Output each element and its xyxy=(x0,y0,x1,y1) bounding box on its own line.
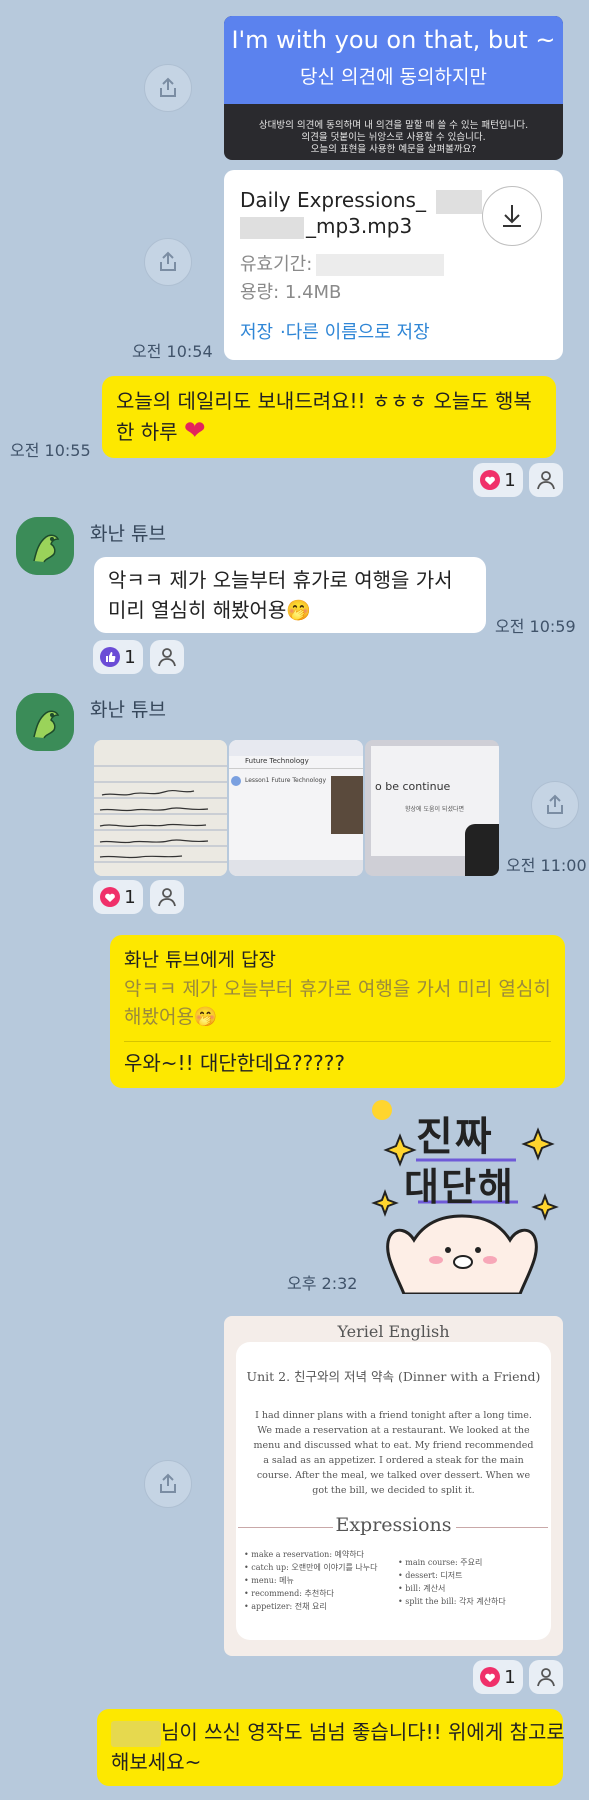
message-time: 오후 2:32 xyxy=(287,1274,358,1293)
expression-item: • recommend: 추천하다 xyxy=(244,1589,334,1598)
message-text: 악ㅋㅋ 제가 오늘부터 휴가로 여행을 가서 미리 열심히 해봤어용 xyxy=(108,568,453,622)
file-card[interactable]: Daily Expressions_ _mp3.mp3 유효기간: 용량: 1.… xyxy=(224,170,563,360)
file-expiry: 유효기간: xyxy=(240,250,445,276)
sticker[interactable]: 진짜 대단해 xyxy=(366,1096,562,1296)
reaction-like-badge[interactable]: 1 xyxy=(93,640,143,674)
expression-item: • bill: 계산서 xyxy=(398,1584,446,1593)
reaction-person-button[interactable] xyxy=(529,1660,563,1694)
file-name-line2: _mp3.mp3 xyxy=(240,214,412,239)
reaction-person-button[interactable] xyxy=(150,640,184,674)
sender-name: 화난 튜브 xyxy=(90,523,166,545)
lesson-brand: Yeriel English xyxy=(337,1322,450,1341)
reaction-count: 1 xyxy=(124,646,136,668)
share-icon xyxy=(160,77,176,97)
blurred-name xyxy=(111,1720,161,1747)
thumbnail-slide-sub: 향상에 도움이 되셨다면 xyxy=(405,806,465,813)
lesson-image[interactable]: Yeriel English Unit 2. 친구와의 저녁 약속 (Dinne… xyxy=(224,1316,563,1656)
person-icon xyxy=(537,471,555,490)
message-text-line1: 님이 쓰신 영작도 넘넘 좋습니다!! 위에게 참고로 xyxy=(111,1717,565,1747)
message-time: 오전 10:59 xyxy=(495,617,576,636)
thumbs-up-icon xyxy=(100,647,121,667)
sticker-text-line1: 진짜 xyxy=(416,1114,494,1160)
avatar[interactable] xyxy=(16,517,74,575)
expression-item: • menu: 메뉴 xyxy=(244,1576,294,1585)
heart-icon xyxy=(480,470,501,490)
thumbnail-title: Future Technology xyxy=(245,757,309,765)
lesson-expressions-title: Expressions xyxy=(335,1514,452,1536)
message-time: 오전 10:55 xyxy=(10,441,91,460)
file-name-line1: Daily Expressions_ xyxy=(240,188,482,214)
share-button[interactable] xyxy=(144,64,192,112)
file-size: 용량: 1.4MB xyxy=(240,282,342,303)
banner-subtitle: 당신 의견에 동의하지만 xyxy=(300,66,487,88)
expression-item: • appetizer: 전채 요리 xyxy=(244,1602,327,1611)
reply-message-bubble[interactable]: 화난 튜브에게 답장 악ㅋㅋ 제가 오늘부터 휴가로 여행을 가서 미리 열심히… xyxy=(110,935,565,1088)
banner-desc-3: 오늘의 표현을 사용한 예문을 살펴볼까요? xyxy=(310,144,477,155)
banner-image[interactable]: I'm with you on that, but ~ 당신 의견에 동의하지만… xyxy=(224,16,563,160)
person-icon xyxy=(158,648,176,667)
message-text-line2: 해보세요~ xyxy=(111,1750,202,1774)
reaction-heart-badge[interactable]: 1 xyxy=(473,1660,523,1694)
heart-icon xyxy=(480,1667,501,1687)
reaction-person-button[interactable] xyxy=(150,880,184,914)
share-button[interactable] xyxy=(144,238,192,286)
reply-header: 화난 튜브에게 답장 xyxy=(124,949,276,971)
thumbnail-slide-text: o be continue xyxy=(375,780,451,793)
reaction-count: 1 xyxy=(504,469,516,491)
lesson-unit-title: Unit 2. 친구와의 저녁 약속 (Dinner with a Friend… xyxy=(246,1369,541,1384)
save-link[interactable]: 저장 xyxy=(240,318,273,344)
heart-emoji: ❤ xyxy=(183,416,206,446)
heart-icon xyxy=(100,887,121,907)
reaction-person-button[interactable] xyxy=(529,463,563,497)
reaction-heart-badge[interactable]: 1 xyxy=(473,463,523,497)
share-icon xyxy=(160,1473,176,1493)
expression-item: • catch up: 오랜만에 이야기를 나누다 xyxy=(244,1563,378,1572)
share-button[interactable] xyxy=(144,1460,192,1508)
expressions-left-list: • make a reservation: 예약하다 • catch up: 오… xyxy=(244,1548,394,1613)
reaction-heart-badge[interactable]: 1 xyxy=(93,880,143,914)
sticker-text-line2: 대단해 xyxy=(404,1165,515,1209)
expression-item: • main course: 주요리 xyxy=(398,1558,483,1567)
photo-gallery[interactable]: Future Technology Lesson1 Future Technol… xyxy=(94,740,499,876)
save-as-link[interactable]: ·다른 이름으로 저장 xyxy=(280,318,430,344)
dinosaur-avatar-icon xyxy=(16,517,74,575)
their-message-bubble[interactable]: 악ㅋㅋ 제가 오늘부터 휴가로 여행을 가서 미리 열심히 해봤어용🤭 xyxy=(94,557,486,633)
message-text: 오늘의 데일리도 보내드려요!! ㅎㅎㅎ 오늘도 행복한 하루 xyxy=(116,389,532,444)
photo-thumbnail[interactable]: o be continue 향상에 도움이 되셨다면 xyxy=(365,740,499,876)
dinosaur-avatar-icon xyxy=(16,693,74,751)
message-time: 오전 10:54 xyxy=(132,342,213,361)
expression-item: • make a reservation: 예약하다 xyxy=(244,1550,364,1559)
message-time: 오전 11:00 xyxy=(506,856,587,875)
download-icon xyxy=(503,205,521,227)
my-message-bubble[interactable]: 님이 쓰신 영작도 넘넘 좋습니다!! 위에게 참고로 해보세요~ xyxy=(97,1709,565,1786)
reply-text: 우와~!! 대단한데요????? xyxy=(124,1051,346,1075)
banner-title: I'm with you on that, but ~ xyxy=(231,26,556,54)
person-icon xyxy=(158,888,176,907)
reaction-count: 1 xyxy=(504,1666,516,1688)
share-button[interactable] xyxy=(531,781,579,829)
share-icon xyxy=(160,251,176,271)
photo-thumbnail[interactable] xyxy=(94,740,227,876)
expression-item: • dessert: 디저트 xyxy=(398,1571,463,1580)
notebook-photo xyxy=(94,740,227,876)
lesson-paragraph: I had dinner plans with a friend tonight… xyxy=(253,1410,534,1496)
photo-thumbnail[interactable]: Future Technology Lesson1 Future Technol… xyxy=(229,740,363,876)
reaction-count: 1 xyxy=(124,886,136,908)
sender-name: 화난 튜브 xyxy=(90,699,166,721)
share-icon xyxy=(547,794,563,814)
expression-item: • split the bill: 각자 계산하다 xyxy=(398,1597,506,1606)
my-message-bubble[interactable]: 오늘의 데일리도 보내드려요!! ㅎㅎㅎ 오늘도 행복한 하루 ❤ xyxy=(102,376,556,458)
download-button[interactable] xyxy=(482,186,542,246)
person-icon xyxy=(537,1668,555,1687)
reply-quote: 악ㅋㅋ 제가 오늘부터 휴가로 여행을 가서 미리 열심히 해봤어용🤭 xyxy=(124,978,551,1028)
emoji: 🤭 xyxy=(286,598,312,622)
thumbnail-lesson: Lesson1 Future Technology xyxy=(245,777,327,784)
avatar[interactable] xyxy=(16,693,74,751)
expressions-right-list: • main course: 주요리 • dessert: 디저트 • bill… xyxy=(398,1556,548,1608)
